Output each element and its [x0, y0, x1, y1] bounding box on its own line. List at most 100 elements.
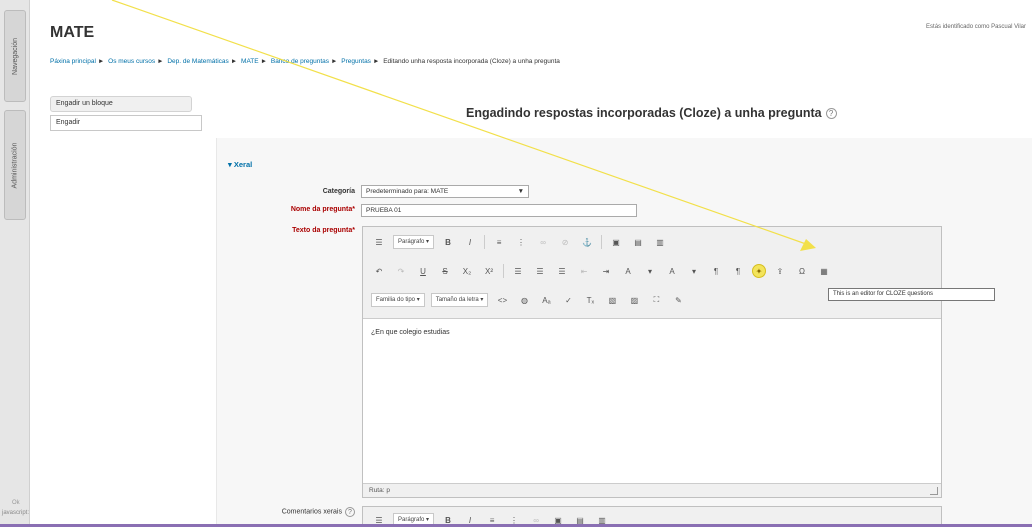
link-icon[interactable]: ∞	[535, 234, 551, 250]
text-color-dropdown-icon[interactable]: ▾	[642, 263, 658, 279]
add-block-select[interactable]: Engadir	[50, 115, 202, 131]
redo-icon[interactable]: ↷	[393, 263, 409, 279]
editor-status-bar: Ruta: p	[363, 483, 941, 497]
feedback-help-icon[interactable]: ?	[345, 507, 355, 517]
required-star: *	[352, 227, 355, 234]
code-icon[interactable]: <>	[494, 292, 510, 308]
question-name-label-text: Nome da pregunta	[290, 206, 353, 213]
breadcrumb-questions[interactable]: Preguntas	[341, 58, 371, 65]
toolbar-row-1: ☰ Parágrafo ▾ B I ≡ ⋮ ∞ ⊘ ⚓ ▣ ▤ ▥	[371, 233, 674, 251]
left-dock: Navegación Administración Ok javascript:	[0, 0, 30, 527]
toolbar-separator	[484, 235, 486, 249]
undo-icon[interactable]: ↶	[371, 263, 387, 279]
required-star: *	[352, 206, 355, 213]
question-name-input[interactable]: PRUEBA 01	[361, 204, 637, 217]
find-icon[interactable]: ◍	[516, 292, 532, 308]
breadcrumb-separator: ►	[157, 58, 164, 65]
breadcrumb-separator: ►	[260, 58, 268, 65]
special-char-icon[interactable]: Ω	[794, 263, 810, 279]
file-manager-icon[interactable]: ▥	[652, 234, 668, 250]
ordered-list-icon[interactable]: ⋮	[513, 234, 529, 250]
upload-icon[interactable]: ⇪	[772, 263, 788, 279]
font-family-dropdown[interactable]: Familia do tipo ▾	[371, 293, 425, 307]
bold-icon[interactable]: B	[440, 234, 456, 250]
background-color-icon[interactable]: A	[664, 263, 680, 279]
question-text-editor: ☰ Parágrafo ▾ B I ≡ ⋮ ∞ ⊘ ⚓ ▣ ▤ ▥ ↶ ↷ U …	[362, 226, 942, 498]
text-color-icon[interactable]: A	[620, 263, 636, 279]
dock-tab-administration[interactable]: Administración	[4, 110, 26, 220]
dock-footer-ok: Ok	[12, 500, 20, 506]
login-info-text: Estás identificado como Pascual Vilar	[926, 24, 1026, 30]
category-select[interactable]: Predeterminado para: MATE ▼	[361, 185, 529, 198]
paragraph-dropdown[interactable]: Parágrafo ▾	[393, 235, 435, 249]
font-size-dropdown[interactable]: Tamaño da letra ▾	[430, 293, 489, 307]
dock-tab-navigation-label: Navegación	[11, 37, 19, 75]
outdent-icon[interactable]: ⇤	[576, 263, 592, 279]
italic-icon[interactable]: I	[462, 234, 478, 250]
clear-formatting-icon[interactable]: Tₓ	[582, 292, 598, 308]
breadcrumb: Páxina principal ► Os meus cursos ► Dep. d…	[50, 58, 560, 65]
breadcrumb-separator: ►	[97, 58, 105, 65]
image-icon[interactable]: ▣	[608, 234, 624, 250]
align-center-icon[interactable]: ☰	[532, 263, 548, 279]
breadcrumb-current: Editando unha resposta incorporada (Cloz…	[383, 58, 560, 65]
question-text-label: Texto da pregunta*	[240, 227, 355, 234]
toolbar-row-2: ↶ ↷ U S X₂ X² ☰ ☰ ☰ ⇤ ⇥ A ▾ A ▾ ¶ ¶ ✦ ⇪ …	[371, 262, 838, 280]
align-right-icon[interactable]: ☰	[554, 263, 570, 279]
general-feedback-label: Comentarios xerais?	[210, 507, 355, 517]
section-general-toggle[interactable]: ▾ Xeral	[228, 160, 252, 169]
underline-icon[interactable]: U	[415, 263, 431, 279]
page-heading-text: Engadindo respostas incorporadas (Cloze)…	[466, 106, 822, 120]
spellcheck-icon[interactable]: ✓	[560, 292, 576, 308]
unordered-list-icon[interactable]: ≡	[491, 234, 507, 250]
superscript-icon[interactable]: X²	[481, 263, 497, 279]
general-feedback-label-text: Comentarios xerais	[281, 508, 342, 516]
breadcrumb-home[interactable]: Páxina principal	[50, 58, 96, 65]
background-color-dropdown-icon[interactable]: ▾	[686, 263, 702, 279]
anchor-icon[interactable]: ⚓	[579, 234, 595, 250]
paste-word-icon[interactable]: ▨	[626, 292, 642, 308]
resize-handle-icon[interactable]	[930, 487, 938, 495]
category-label: Categoría	[322, 188, 355, 195]
table-icon[interactable]: ▦	[816, 263, 832, 279]
paste-text-icon[interactable]: ▧	[604, 292, 620, 308]
breadcrumb-my-courses[interactable]: Os meus cursos	[108, 58, 155, 65]
dock-tab-administration-label: Administración	[11, 142, 19, 188]
help-icon[interactable]: ?	[825, 107, 837, 119]
dock-tab-navigation[interactable]: Navegación	[4, 10, 26, 102]
breadcrumb-separator: ►	[230, 58, 238, 65]
question-text-label-text: Texto da pregunta	[292, 227, 353, 234]
dock-footer-status: javascript:	[2, 510, 30, 516]
media-icon[interactable]: ▤	[630, 234, 646, 250]
toolbar-toggle-icon[interactable]: ☰	[371, 234, 387, 250]
ltr-icon[interactable]: ¶	[708, 263, 724, 279]
subscript-icon[interactable]: X₂	[459, 263, 475, 279]
editor-content-area[interactable]: ¿En que colegio estudias	[371, 329, 450, 336]
section-general-label: Xeral	[233, 160, 253, 169]
replace-icon[interactable]: Aₐ	[538, 292, 554, 308]
breadcrumb-separator: ►	[372, 58, 380, 65]
indent-icon[interactable]: ⇥	[598, 263, 614, 279]
breadcrumb-course[interactable]: MATE	[241, 58, 259, 65]
breadcrumb-department[interactable]: Dep. de Matemáticas	[167, 58, 228, 65]
unlink-icon[interactable]: ⊘	[557, 234, 573, 250]
editor-path: Ruta: p	[369, 487, 390, 494]
fullscreen-icon[interactable]: ⛶	[648, 292, 664, 308]
paragraph-dropdown-label: Parágrafo	[398, 517, 425, 523]
font-family-dropdown-label: Familia do tipo	[376, 297, 416, 303]
editor-toolbar: ☰ Parágrafo ▾ B I ≡ ⋮ ∞ ⊘ ⚓ ▣ ▤ ▥ ↶ ↷ U …	[363, 227, 941, 319]
html-icon[interactable]: ✎	[670, 292, 686, 308]
breadcrumb-separator: ►	[331, 58, 338, 65]
paragraph-dropdown-label: Parágrafo	[398, 239, 425, 245]
category-select-value: Predeterminado para: MATE	[366, 188, 449, 195]
breadcrumb-question-bank[interactable]: Banco de preguntas	[271, 58, 329, 65]
rtl-icon[interactable]: ¶	[730, 263, 746, 279]
align-left-icon[interactable]: ☰	[510, 263, 526, 279]
cloze-tooltip: This is an editor for CLOZE questions	[828, 288, 995, 301]
course-title: MATE	[50, 24, 95, 41]
login-info: Estás identificado como Pascual Vilar	[926, 24, 1026, 30]
question-name-label: Nome da pregunta*	[240, 206, 355, 213]
cloze-editor-icon[interactable]: ✦	[752, 264, 766, 278]
strikethrough-icon[interactable]: S	[437, 263, 453, 279]
page-heading: Engadindo respostas incorporadas (Cloze)…	[466, 106, 837, 120]
